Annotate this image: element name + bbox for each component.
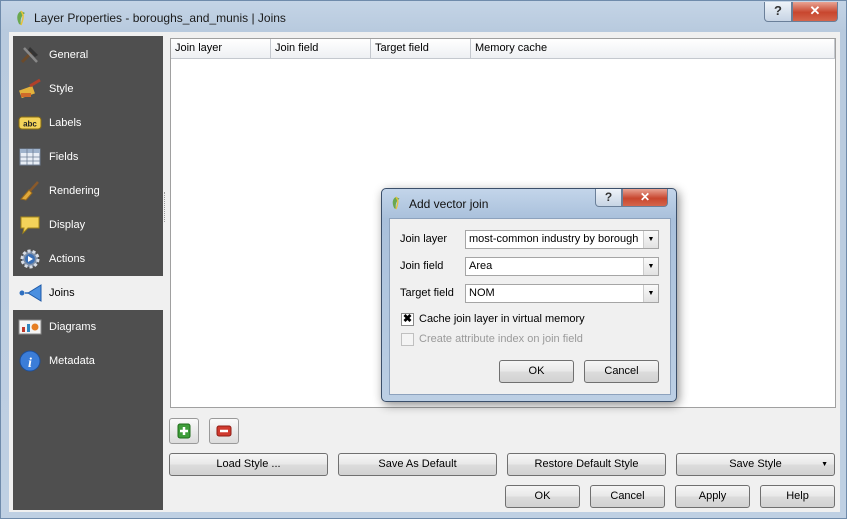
join-field-label: Join field [400, 260, 444, 272]
sidebar-item-label: Diagrams [49, 321, 97, 333]
column-header-join-layer[interactable]: Join layer [171, 39, 271, 59]
paintbrush-icon [19, 78, 41, 99]
svg-text:abc: abc [23, 120, 37, 129]
chevron-down-icon[interactable]: ▼ [643, 258, 658, 275]
join-icon [19, 284, 42, 302]
sidebar-item-label: Actions [49, 253, 86, 265]
qgis-logo-icon [17, 10, 25, 26]
add-join-button[interactable] [169, 418, 199, 444]
column-header-target-field[interactable]: Target field [371, 39, 471, 59]
sidebar-item-rendering[interactable]: Rendering [13, 174, 163, 208]
remove-join-button[interactable] [209, 418, 239, 444]
layer-properties-window: Layer Properties - boroughs_and_munis | … [0, 0, 847, 519]
info-icon: i [19, 350, 41, 372]
save-as-default-button[interactable]: Save As Default [338, 453, 497, 476]
cache-join-layer-label[interactable]: Cache join layer in virtual memory [419, 313, 585, 325]
dialog-ok-button[interactable]: OK [499, 360, 574, 383]
sidebar: General Style abc Labels Fields Renderin… [13, 36, 163, 510]
target-field-label: Target field [400, 287, 454, 299]
create-attribute-index-label: Create attribute index on join field [419, 333, 583, 345]
table-fields-icon [19, 148, 41, 166]
window-title: Layer Properties - boroughs_and_munis | … [34, 11, 286, 25]
sidebar-item-label: Rendering [49, 185, 100, 197]
sidebar-item-fields[interactable]: Fields [13, 140, 163, 174]
join-layer-select[interactable]: most-common industry by borough ▼ [465, 230, 659, 249]
chevron-down-icon: ▼ [821, 461, 828, 468]
window-help-button[interactable]: ? [764, 2, 792, 22]
dialog-close-button[interactable]: ✕ [622, 189, 668, 207]
target-field-value: NOM [469, 287, 495, 299]
sidebar-item-label: Style [49, 83, 74, 95]
sidebar-item-actions[interactable]: Actions [13, 242, 163, 276]
sidebar-item-diagrams[interactable]: Diagrams [13, 310, 163, 344]
join-layer-value: most-common industry by borough [469, 233, 639, 245]
tools-icon [20, 47, 38, 64]
sidebar-item-label: Metadata [49, 355, 95, 367]
cancel-button[interactable]: Cancel [590, 485, 665, 508]
title-bar[interactable]: Layer Properties - boroughs_and_munis | … [1, 1, 846, 35]
speech-bubble-icon [20, 216, 40, 235]
sidebar-item-label: Joins [49, 287, 75, 299]
chevron-down-icon[interactable]: ▼ [643, 285, 658, 302]
chevron-down-icon[interactable]: ▼ [643, 231, 658, 248]
sidebar-item-style[interactable]: Style [13, 72, 163, 106]
sidebar-item-labels[interactable]: abc Labels [13, 106, 163, 140]
qgis-logo-icon [392, 196, 400, 210]
dialog-cancel-button[interactable]: Cancel [584, 360, 659, 383]
svg-text:i: i [28, 356, 32, 371]
dialog-title: Add vector join [409, 197, 489, 211]
sidebar-item-label: General [49, 49, 89, 61]
diagram-icon [18, 319, 42, 335]
restore-default-style-button[interactable]: Restore Default Style [507, 453, 666, 476]
abc-label-icon: abc [18, 116, 42, 130]
cache-join-layer-checkbox[interactable]: ✖ [401, 313, 414, 326]
save-style-button[interactable]: Save Style ▼ [676, 453, 835, 476]
ok-button[interactable]: OK [505, 485, 580, 508]
column-header-join-field[interactable]: Join field [271, 39, 371, 59]
join-field-select[interactable]: Area ▼ [465, 257, 659, 276]
sidebar-item-label: Labels [49, 117, 82, 129]
apply-button[interactable]: Apply [675, 485, 750, 508]
add-vector-join-dialog: Add vector join ? ✕ Join layer most-comm… [381, 188, 677, 402]
window-close-button[interactable]: ✕ [792, 2, 838, 22]
sidebar-item-metadata[interactable]: i Metadata [13, 344, 163, 378]
broom-icon [20, 181, 39, 201]
plus-icon [177, 423, 191, 439]
help-button[interactable]: Help [760, 485, 835, 508]
join-layer-label: Join layer [400, 233, 448, 245]
sidebar-item-label: Fields [49, 151, 79, 163]
minus-icon [216, 425, 232, 437]
splitter-handle[interactable] [164, 192, 167, 222]
sidebar-item-joins[interactable]: Joins [13, 276, 163, 310]
target-field-select[interactable]: NOM ▼ [465, 284, 659, 303]
join-field-value: Area [469, 260, 493, 272]
dialog-body: Join layer most-common industry by borou… [389, 218, 671, 395]
sidebar-item-label: Display [49, 219, 86, 231]
dialog-help-button[interactable]: ? [595, 189, 622, 207]
create-attribute-index-checkbox[interactable] [401, 333, 414, 346]
sidebar-item-general[interactable]: General [13, 38, 163, 72]
save-style-label: Save Style [729, 458, 782, 470]
sidebar-item-display[interactable]: Display [13, 208, 163, 242]
column-header-memory-cache[interactable]: Memory cache [471, 39, 835, 59]
load-style-button[interactable]: Load Style ... [169, 453, 328, 476]
gear-play-icon [20, 249, 40, 269]
